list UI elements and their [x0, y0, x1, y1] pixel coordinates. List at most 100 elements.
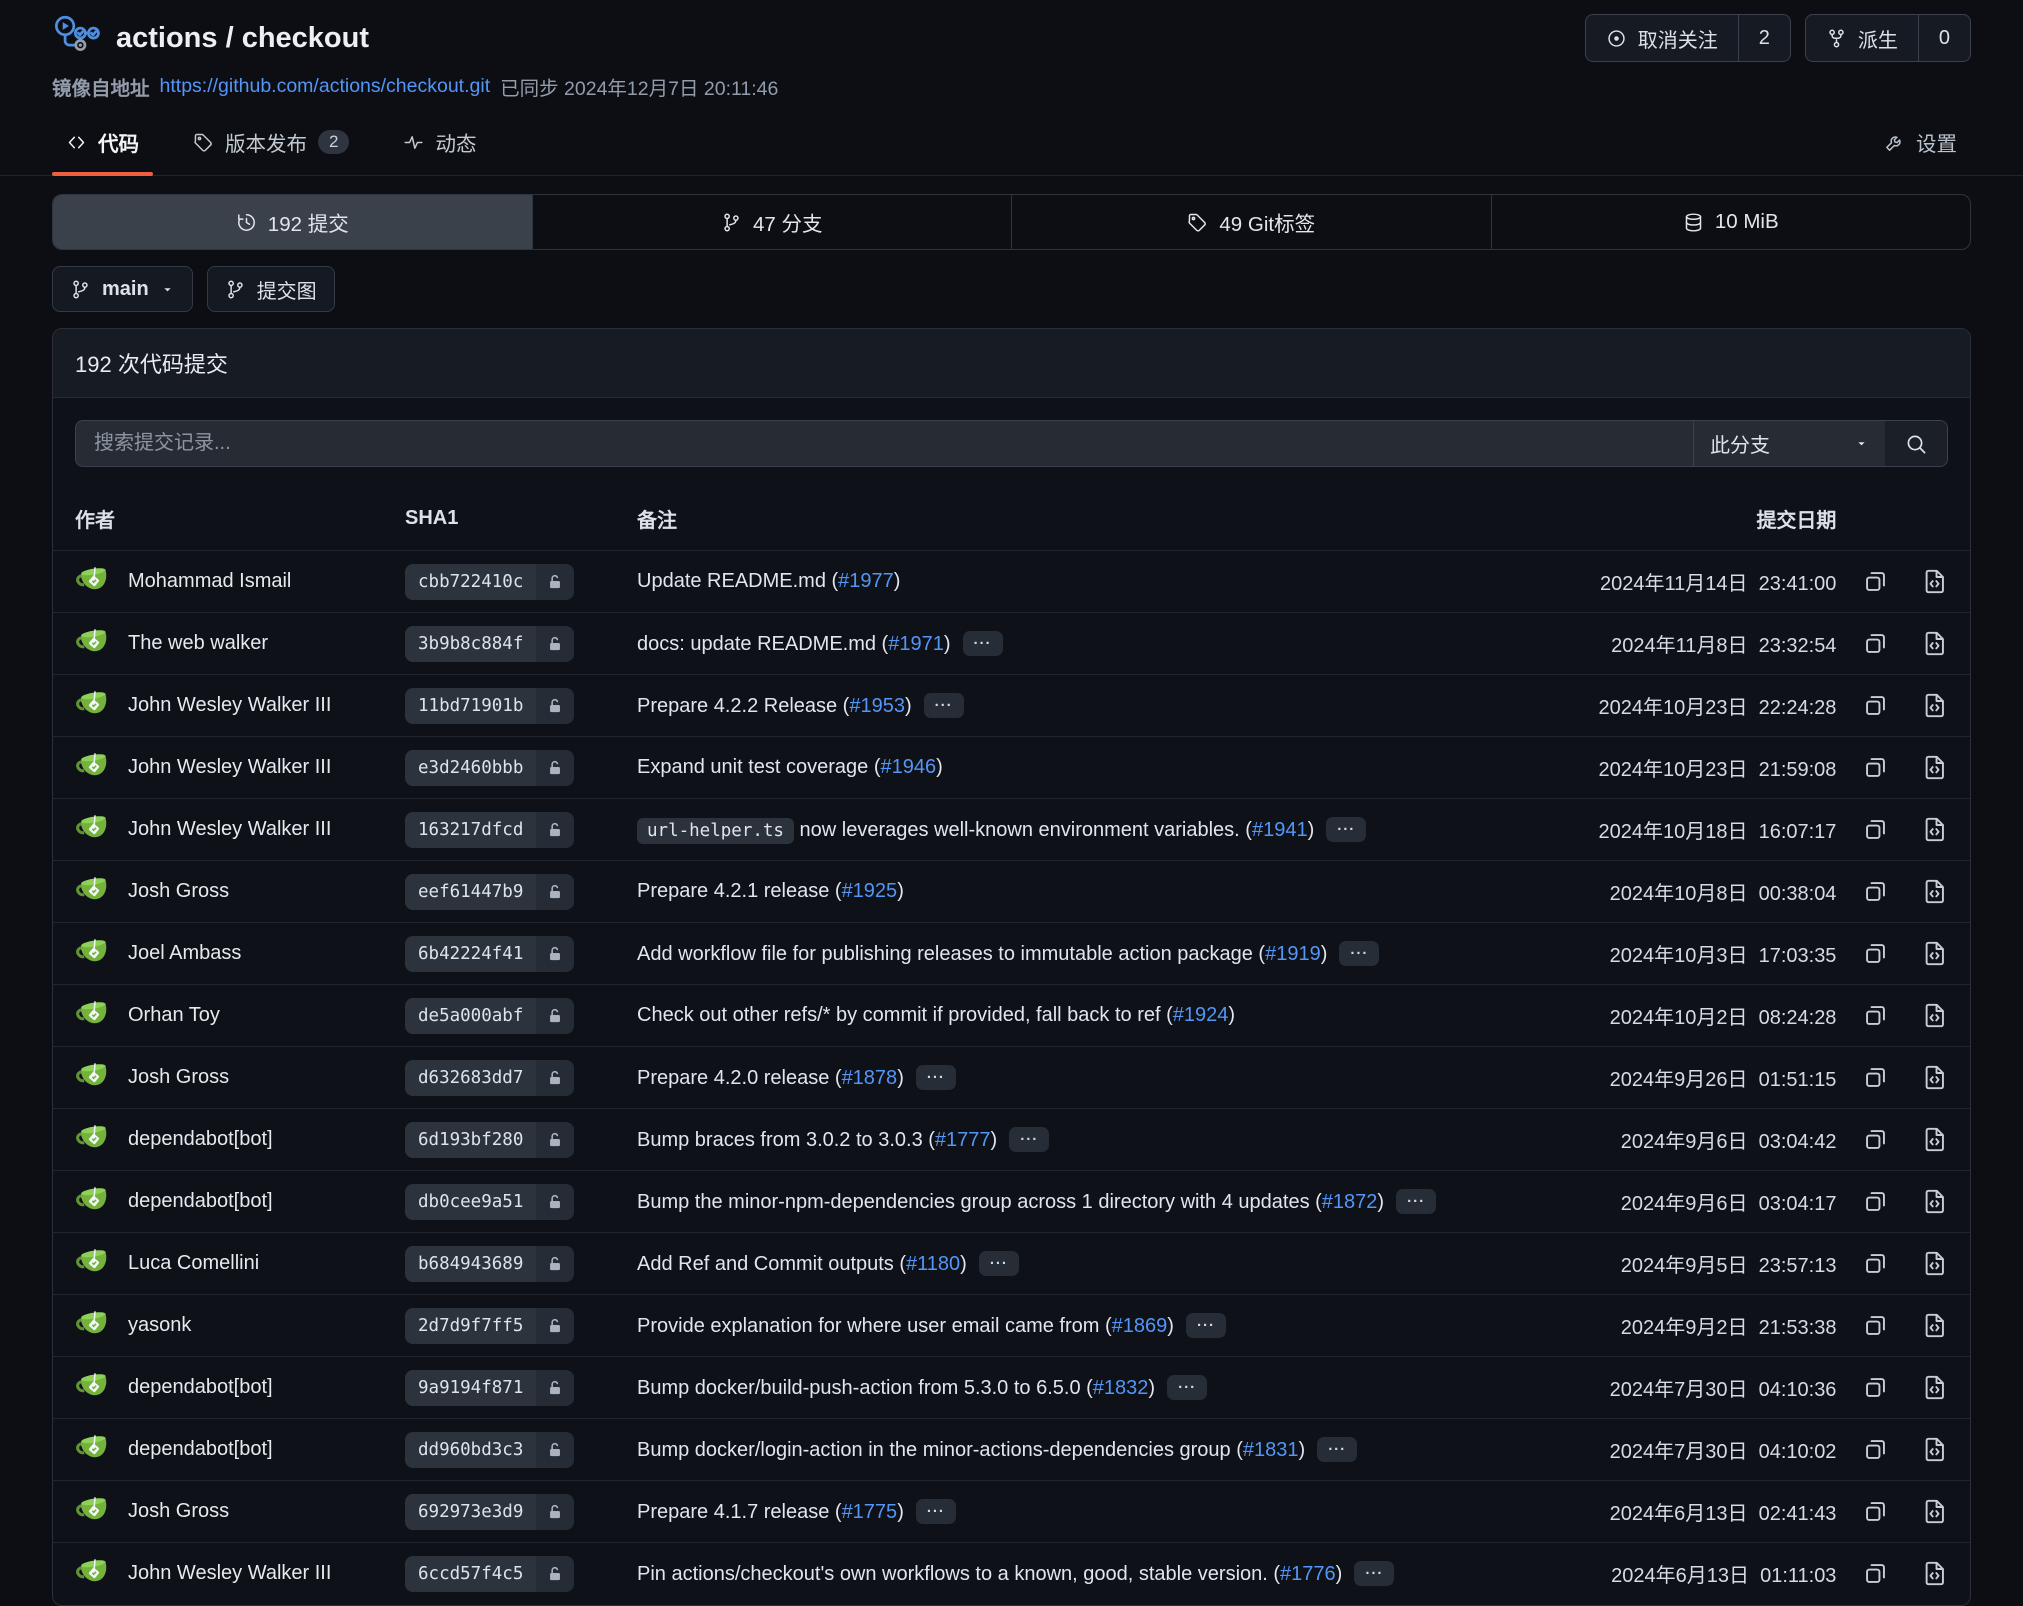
copy-sha-button[interactable] — [1862, 1498, 1889, 1525]
tab-activity[interactable]: 动态 — [389, 113, 490, 175]
copy-sha-button[interactable] — [1862, 1436, 1889, 1463]
expand-commit-button[interactable]: ··· — [1009, 1127, 1049, 1152]
search-button[interactable] — [1885, 421, 1947, 466]
tab-releases[interactable]: 版本发布 2 — [179, 113, 363, 175]
browse-source-button[interactable] — [1921, 630, 1948, 657]
copy-sha-button[interactable] — [1862, 754, 1889, 781]
expand-commit-button[interactable]: ··· — [1326, 817, 1366, 842]
pr-link[interactable]: #1832 — [1093, 1377, 1149, 1399]
copy-sha-button[interactable] — [1862, 940, 1889, 967]
browse-source-button[interactable] — [1921, 878, 1948, 905]
commit-sha[interactable]: dd960bd3c3 — [405, 1432, 536, 1468]
copy-sha-button[interactable] — [1862, 816, 1889, 843]
pr-link[interactable]: #1977 — [838, 570, 894, 592]
copy-sha-button[interactable] — [1862, 1002, 1889, 1029]
commit-sha[interactable]: eef61447b9 — [405, 874, 536, 910]
browse-source-button[interactable] — [1921, 1560, 1948, 1587]
pr-link[interactable]: #1872 — [1322, 1191, 1378, 1213]
fork-button[interactable]: 派生 0 — [1805, 14, 1971, 62]
commit-sha-badge[interactable]: 11bd71901b — [405, 688, 574, 724]
unwatch-button[interactable]: 取消关注 2 — [1585, 14, 1791, 62]
browse-source-button[interactable] — [1921, 1374, 1948, 1401]
copy-sha-button[interactable] — [1862, 1312, 1889, 1339]
copy-sha-button[interactable] — [1862, 1560, 1889, 1587]
watchers-count[interactable]: 2 — [1738, 15, 1790, 61]
tab-code[interactable]: 代码 — [52, 113, 153, 175]
stat-commits[interactable]: 192 提交 — [53, 195, 532, 249]
pr-link[interactable]: #1775 — [842, 1501, 898, 1523]
commit-sha-badge[interactable]: de5a000abf — [405, 998, 574, 1034]
browse-source-button[interactable] — [1921, 1126, 1948, 1153]
branch-scope-select[interactable]: 此分支 — [1693, 421, 1885, 466]
branch-selector[interactable]: main — [52, 266, 193, 312]
expand-commit-button[interactable]: ··· — [1339, 941, 1379, 966]
commit-sha[interactable]: e3d2460bbb — [405, 750, 536, 786]
copy-sha-button[interactable] — [1862, 568, 1889, 595]
commit-sha[interactable]: 9a9194f871 — [405, 1370, 536, 1406]
commit-sha[interactable]: 692973e3d9 — [405, 1494, 536, 1530]
stat-branches[interactable]: 47 分支 — [532, 195, 1012, 249]
commit-sha-badge[interactable]: d632683dd7 — [405, 1060, 574, 1096]
commit-sha[interactable]: 163217dfcd — [405, 812, 536, 848]
stat-size[interactable]: 10 MiB — [1491, 195, 1971, 249]
copy-sha-button[interactable] — [1862, 1374, 1889, 1401]
commit-sha-badge[interactable]: 163217dfcd — [405, 812, 574, 848]
stat-tags[interactable]: 49 Git标签 — [1011, 195, 1491, 249]
commit-sha[interactable]: 11bd71901b — [405, 688, 536, 724]
browse-source-button[interactable] — [1921, 1498, 1948, 1525]
copy-sha-button[interactable] — [1862, 692, 1889, 719]
browse-source-button[interactable] — [1921, 1250, 1948, 1277]
copy-sha-button[interactable] — [1862, 1064, 1889, 1091]
commit-sha-badge[interactable]: db0cee9a51 — [405, 1184, 574, 1220]
commit-sha-badge[interactable]: 692973e3d9 — [405, 1494, 574, 1530]
commit-sha-badge[interactable]: 3b9b8c884f — [405, 626, 574, 662]
commit-sha[interactable]: 6ccd57f4c5 — [405, 1556, 536, 1592]
tab-settings[interactable]: 设置 — [1870, 113, 1971, 175]
expand-commit-button[interactable]: ··· — [1354, 1561, 1394, 1586]
pr-link[interactable]: #1941 — [1252, 819, 1308, 841]
browse-source-button[interactable] — [1921, 1312, 1948, 1339]
expand-commit-button[interactable]: ··· — [1396, 1189, 1436, 1214]
commit-sha-badge[interactable]: 9a9194f871 — [405, 1370, 574, 1406]
commit-sha[interactable]: db0cee9a51 — [405, 1184, 536, 1220]
pr-link[interactable]: #1924 — [1173, 1004, 1229, 1026]
browse-source-button[interactable] — [1921, 692, 1948, 719]
pr-link[interactable]: #1919 — [1265, 943, 1321, 965]
commit-sha-badge[interactable]: 6b42224f41 — [405, 936, 574, 972]
commit-sha-badge[interactable]: e3d2460bbb — [405, 750, 574, 786]
copy-sha-button[interactable] — [1862, 878, 1889, 905]
expand-commit-button[interactable]: ··· — [1317, 1437, 1357, 1462]
browse-source-button[interactable] — [1921, 754, 1948, 781]
pr-link[interactable]: #1776 — [1280, 1563, 1336, 1585]
expand-commit-button[interactable]: ··· — [924, 693, 964, 718]
pr-link[interactable]: #1953 — [849, 695, 905, 717]
commit-sha-badge[interactable]: eef61447b9 — [405, 874, 574, 910]
pr-link[interactable]: #1878 — [842, 1067, 898, 1089]
commit-sha[interactable]: 6b42224f41 — [405, 936, 536, 972]
pr-link[interactable]: #1777 — [935, 1129, 991, 1151]
commit-sha-badge[interactable]: 6ccd57f4c5 — [405, 1556, 574, 1592]
commit-sha-badge[interactable]: 2d7d9f7ff5 — [405, 1308, 574, 1344]
commit-sha[interactable]: 3b9b8c884f — [405, 626, 536, 662]
browse-source-button[interactable] — [1921, 940, 1948, 967]
commit-sha[interactable]: 2d7d9f7ff5 — [405, 1308, 536, 1344]
copy-sha-button[interactable] — [1862, 1126, 1889, 1153]
commit-search-input[interactable] — [76, 421, 1693, 466]
mirror-url-link[interactable]: https://github.com/actions/checkout.git — [160, 75, 491, 98]
pr-link[interactable]: #1971 — [888, 633, 944, 655]
commit-graph-button[interactable]: 提交图 — [207, 266, 335, 312]
pr-link[interactable]: #1869 — [1112, 1315, 1168, 1337]
commit-sha[interactable]: 6d193bf280 — [405, 1122, 536, 1158]
expand-commit-button[interactable]: ··· — [979, 1251, 1019, 1276]
expand-commit-button[interactable]: ··· — [1186, 1313, 1226, 1338]
pr-link[interactable]: #1831 — [1243, 1439, 1299, 1461]
pr-link[interactable]: #1946 — [880, 756, 936, 778]
expand-commit-button[interactable]: ··· — [1167, 1375, 1207, 1400]
browse-source-button[interactable] — [1921, 568, 1948, 595]
expand-commit-button[interactable]: ··· — [916, 1499, 956, 1524]
commit-sha-badge[interactable]: dd960bd3c3 — [405, 1432, 574, 1468]
pr-link[interactable]: #1925 — [842, 880, 898, 902]
browse-source-button[interactable] — [1921, 1436, 1948, 1463]
commit-sha[interactable]: de5a000abf — [405, 998, 536, 1034]
expand-commit-button[interactable]: ··· — [963, 631, 1003, 656]
